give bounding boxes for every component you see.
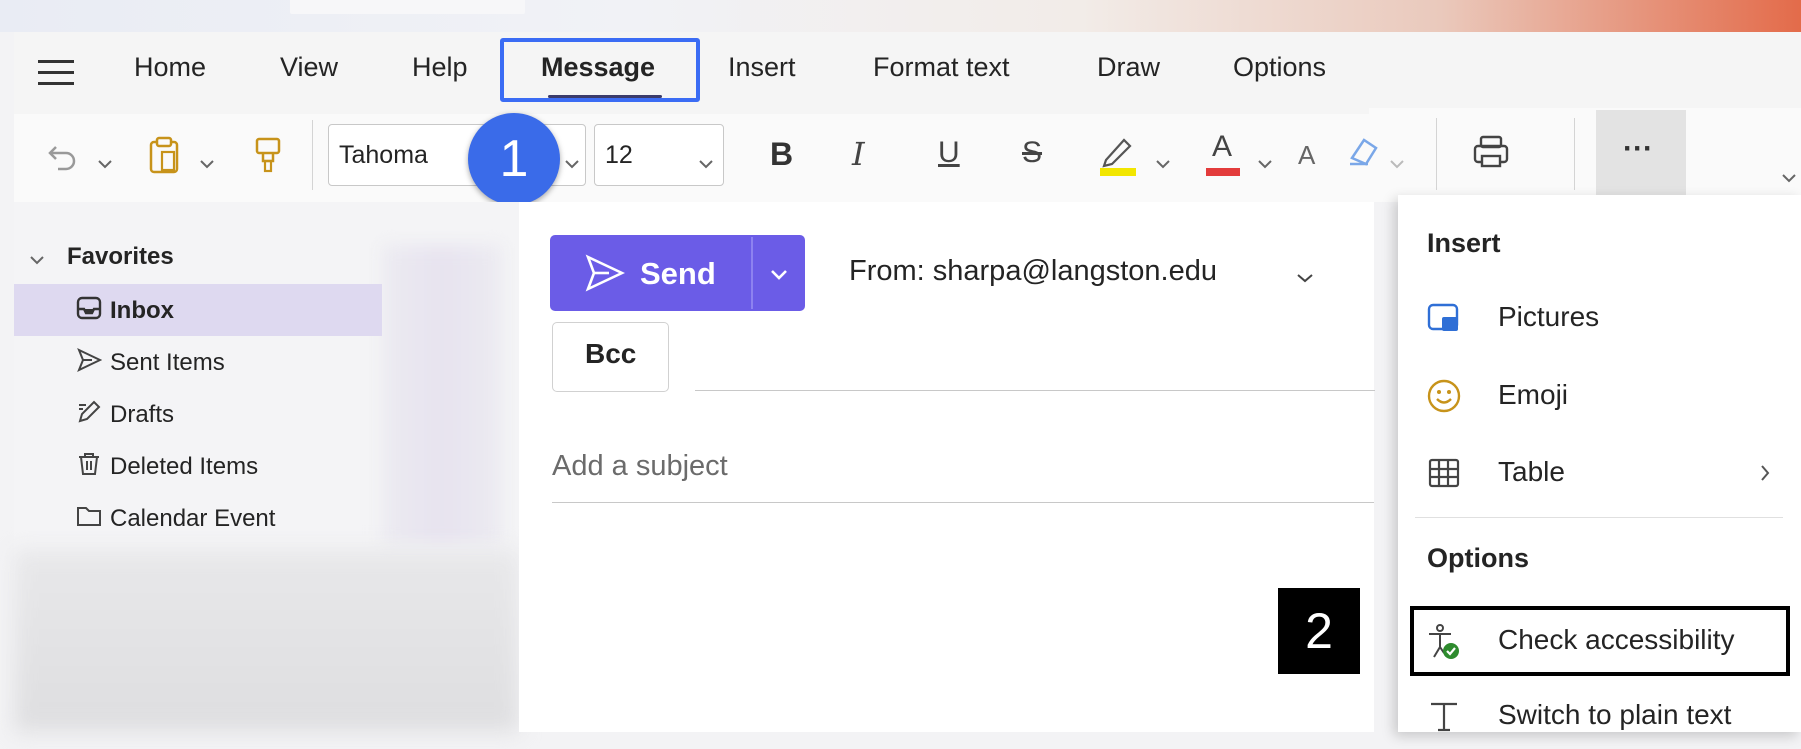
from-dropdown-chevron-icon[interactable]	[1297, 270, 1313, 288]
menu-item-table[interactable]: Table	[1398, 440, 1801, 506]
from-selector[interactable]: From: sharpa@langston.edu	[849, 255, 1217, 288]
pencil-icon	[76, 399, 102, 425]
menu-item-label: Emoji	[1498, 379, 1569, 410]
blurred-counts-area	[382, 245, 502, 545]
font-size-chevron-icon	[699, 147, 713, 176]
subject-input[interactable]: Add a subject	[552, 450, 728, 483]
font-size-select[interactable]: 12	[594, 124, 724, 186]
font-name-chevron-icon	[565, 147, 579, 176]
menu-section-options: Options	[1427, 543, 1529, 573]
menu-item-emoji[interactable]: Emoji	[1398, 363, 1801, 429]
toolbar-separator-3	[1574, 118, 1575, 190]
menu-item-label: Table	[1498, 456, 1565, 487]
print-icon[interactable]	[1472, 134, 1510, 175]
menu-separator	[1415, 517, 1783, 518]
send-icon	[585, 254, 626, 297]
table-icon	[1426, 455, 1462, 491]
italic-button[interactable]: I	[852, 138, 865, 170]
more-options-button[interactable]: ···	[1596, 110, 1686, 196]
sidebar-item-label: Deleted Items	[110, 453, 259, 480]
submenu-chevron-right-icon	[1760, 464, 1770, 487]
send-button-divider	[751, 237, 753, 309]
menu-item-switch-to-plain-text[interactable]: Switch to plain text	[1398, 683, 1801, 749]
format-painter-icon[interactable]	[254, 136, 282, 179]
sidebar-item-sent-items[interactable]: Sent Items	[14, 336, 382, 388]
highlight-dropdown-chevron-icon[interactable]	[1156, 150, 1170, 174]
send-options-chevron-icon[interactable]	[770, 268, 788, 286]
underline-button[interactable]: U	[938, 138, 960, 168]
tab-view[interactable]: View	[280, 52, 338, 83]
inbox-icon	[76, 295, 102, 321]
send-button-label: Send	[640, 256, 716, 291]
clipboard-icon[interactable]	[148, 136, 180, 179]
sidebar-item-inbox[interactable]: Inbox	[14, 284, 382, 336]
tab-format-text[interactable]: Format text	[873, 52, 1010, 83]
grow-font-button[interactable]: A	[1298, 142, 1315, 168]
menu-item-label: Switch to plain text	[1498, 699, 1732, 730]
blurred-folder-area	[14, 550, 519, 732]
tab-draw[interactable]: Draw	[1097, 52, 1160, 83]
hamburger-menu-icon[interactable]	[38, 58, 76, 88]
highlight-box-check-accessibility	[1410, 606, 1790, 676]
sidebar-item-label: Sent Items	[110, 349, 225, 376]
sidebar-item-calendar-event[interactable]: Calendar Event	[14, 492, 382, 544]
font-size-value: 12	[605, 141, 633, 169]
font-color-dropdown-chevron-icon[interactable]	[1258, 150, 1272, 174]
emoji-icon	[1426, 378, 1462, 414]
eraser-dropdown-chevron-icon[interactable]	[1390, 150, 1404, 174]
window-top-edge	[0, 0, 1801, 32]
sidebar-item-drafts[interactable]: Drafts	[14, 388, 382, 440]
highlight-box-message-tab	[500, 38, 700, 102]
bcc-button-label: Bcc	[585, 338, 637, 369]
bcc-field-underline	[695, 390, 1375, 391]
favorites-collapse-chevron-icon[interactable]	[30, 252, 44, 270]
ribbon-expand-chevron-icon[interactable]	[1782, 164, 1796, 188]
sidebar-item-label: Inbox	[110, 297, 174, 324]
menu-item-label: Pictures	[1498, 301, 1600, 332]
formatting-toolbar-right	[1369, 108, 1801, 202]
font-name-value: Tahoma	[339, 141, 428, 169]
picture-icon	[1426, 300, 1462, 336]
toolbar-separator	[312, 120, 313, 190]
window-top-edge-light	[290, 0, 525, 14]
sidebar-item-deleted-items[interactable]: Deleted Items	[14, 440, 382, 492]
menu-item-pictures[interactable]: Pictures	[1398, 285, 1801, 351]
send-icon	[76, 347, 103, 373]
trash-icon	[76, 451, 102, 477]
favorites-section-label[interactable]: Favorites	[67, 243, 174, 271]
tab-insert[interactable]: Insert	[728, 52, 796, 83]
folder-icon	[76, 503, 102, 529]
paste-dropdown-chevron-icon[interactable]	[200, 150, 214, 174]
step-2-badge: 2	[1278, 588, 1360, 674]
menu-section-insert: Insert	[1427, 228, 1501, 258]
step-1-badge: 1	[468, 113, 560, 205]
highlight-pen-icon[interactable]	[1098, 132, 1138, 181]
toolbar-separator-2	[1436, 118, 1437, 190]
undo-dropdown-chevron-icon[interactable]	[98, 150, 112, 174]
sidebar-item-label: Calendar Event	[110, 505, 276, 532]
more-options-glyph: ···	[1623, 132, 1653, 165]
undo-icon[interactable]	[46, 139, 80, 178]
sidebar-item-label: Drafts	[110, 401, 175, 428]
eraser-icon[interactable]	[1346, 134, 1382, 175]
tab-options[interactable]: Options	[1233, 52, 1326, 83]
strikethrough-button[interactable]: S	[1022, 138, 1042, 168]
text-icon	[1426, 698, 1462, 734]
subject-field-underline	[552, 502, 1374, 503]
tab-home[interactable]: Home	[134, 52, 206, 83]
tab-help[interactable]: Help	[412, 52, 468, 83]
bold-button[interactable]: B	[770, 138, 793, 170]
